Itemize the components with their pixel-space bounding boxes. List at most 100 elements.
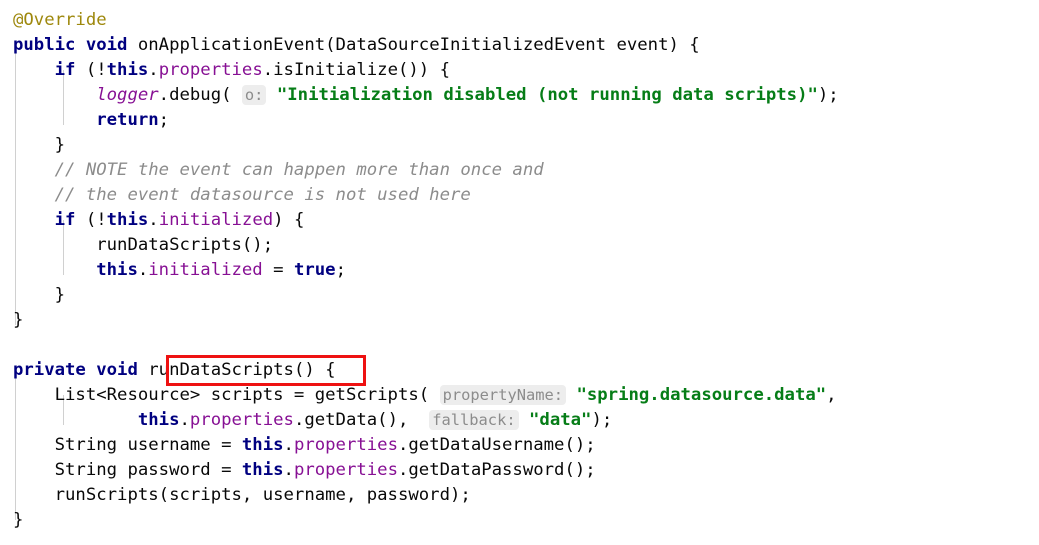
code-line[interactable]: runDataScripts(); xyxy=(13,233,839,258)
code-token: ); xyxy=(591,410,613,430)
code-token: . xyxy=(148,210,159,230)
code-line[interactable]: public void onApplicationEvent(DataSourc… xyxy=(13,33,839,58)
code-line[interactable]: String password = this.properties.getDat… xyxy=(13,458,839,483)
code-token: ); xyxy=(817,85,839,105)
code-line[interactable]: runScripts(scripts, username, password); xyxy=(13,483,839,508)
code-line[interactable]: private void runDataScripts() { xyxy=(13,358,839,383)
code-token: ; xyxy=(335,260,346,280)
code-token: runScripts(scripts, username, password); xyxy=(54,485,471,505)
code-token: . xyxy=(283,460,294,480)
code-token: ) { xyxy=(273,210,305,230)
code-token: this xyxy=(96,260,138,280)
code-token: onApplicationEvent(DataSourceInitialized… xyxy=(127,35,700,55)
code-token: properties xyxy=(189,410,294,430)
code-token: properties xyxy=(293,460,398,480)
code-token: void xyxy=(85,35,128,55)
code-token: this xyxy=(137,410,180,430)
code-line[interactable] xyxy=(13,333,839,358)
code-token: this xyxy=(106,210,149,230)
code-line[interactable]: return; xyxy=(13,108,839,133)
code-token: return xyxy=(96,110,159,130)
code-line[interactable]: logger.debug( o: "Initialization disable… xyxy=(13,83,839,108)
code-token: List<Resource> scripts = getScripts( xyxy=(54,385,440,405)
code-token: , xyxy=(826,385,837,405)
code-token: void xyxy=(96,360,138,380)
code-token: = xyxy=(262,260,294,280)
code-token: // the event datasource is not used here xyxy=(54,185,471,205)
code-token: . xyxy=(137,260,149,280)
code-token: // NOTE the event can happen more than o… xyxy=(54,160,544,180)
code-line[interactable]: if (!this.initialized) { xyxy=(13,208,839,233)
code-token: private xyxy=(13,360,86,380)
code-line[interactable]: } xyxy=(13,133,839,158)
code-line[interactable]: this.properties.getData(), fallback: "da… xyxy=(13,408,839,433)
code-line[interactable]: @Override xyxy=(13,8,839,33)
code-line[interactable]: String username = this.properties.getDat… xyxy=(13,433,839,458)
code-token: if xyxy=(54,210,76,230)
parameter-hint: o: xyxy=(241,85,267,105)
code-token: this xyxy=(241,460,284,480)
code-token: .debug( xyxy=(158,85,242,105)
code-token: "data" xyxy=(529,410,592,430)
code-line[interactable]: if (!this.properties.isInitialize()) { xyxy=(13,58,839,83)
code-token: logger xyxy=(96,85,159,105)
code-token: . xyxy=(179,410,190,430)
code-token: if xyxy=(54,60,76,80)
code-token: (! xyxy=(75,60,107,80)
code-token: properties xyxy=(158,60,263,80)
code-token: @Override xyxy=(13,10,107,30)
parameter-hint: fallback: xyxy=(429,410,519,430)
code-line[interactable]: this.initialized = true; xyxy=(13,258,839,283)
code-line[interactable]: } xyxy=(13,283,839,308)
code-token: initialized xyxy=(148,260,263,280)
code-token: properties xyxy=(293,435,398,455)
code-token: } xyxy=(13,510,24,530)
code-token: "Initialization disabled (not running da… xyxy=(276,85,818,105)
code-token: String password = xyxy=(54,460,242,480)
code-token: . xyxy=(148,60,159,80)
code-token: .getDataPassword(); xyxy=(397,460,596,480)
code-editor-view[interactable]: @Override public void onApplicationEvent(… xyxy=(0,0,1039,545)
code-token: .getDataUsername(); xyxy=(397,435,596,455)
code-token: runDataScripts() { xyxy=(137,360,336,380)
code-token: runDataScripts(); xyxy=(96,235,274,255)
source-code-text[interactable]: @Override public void onApplicationEvent(… xyxy=(13,8,839,533)
code-token: } xyxy=(13,310,24,330)
code-token: this xyxy=(106,60,149,80)
code-line[interactable]: // NOTE the event can happen more than o… xyxy=(13,158,839,183)
code-token: this xyxy=(241,435,284,455)
code-token: String username = xyxy=(54,435,242,455)
code-token: ; xyxy=(158,110,170,130)
code-line[interactable]: } xyxy=(13,308,839,333)
code-token: "spring.datasource.data" xyxy=(576,385,827,405)
code-token: true xyxy=(293,260,336,280)
code-line[interactable]: // the event datasource is not used here xyxy=(13,183,839,208)
code-line[interactable]: List<Resource> scripts = getScripts( pro… xyxy=(13,383,839,408)
code-line[interactable]: } xyxy=(13,508,839,533)
code-token: } xyxy=(54,135,66,155)
code-token: .getData(), xyxy=(293,410,430,430)
code-token: .isInitialize()) { xyxy=(262,60,451,80)
code-token: public xyxy=(13,35,76,55)
parameter-hint: propertyName: xyxy=(439,385,567,405)
code-token: } xyxy=(54,285,66,305)
code-token: (! xyxy=(75,210,107,230)
